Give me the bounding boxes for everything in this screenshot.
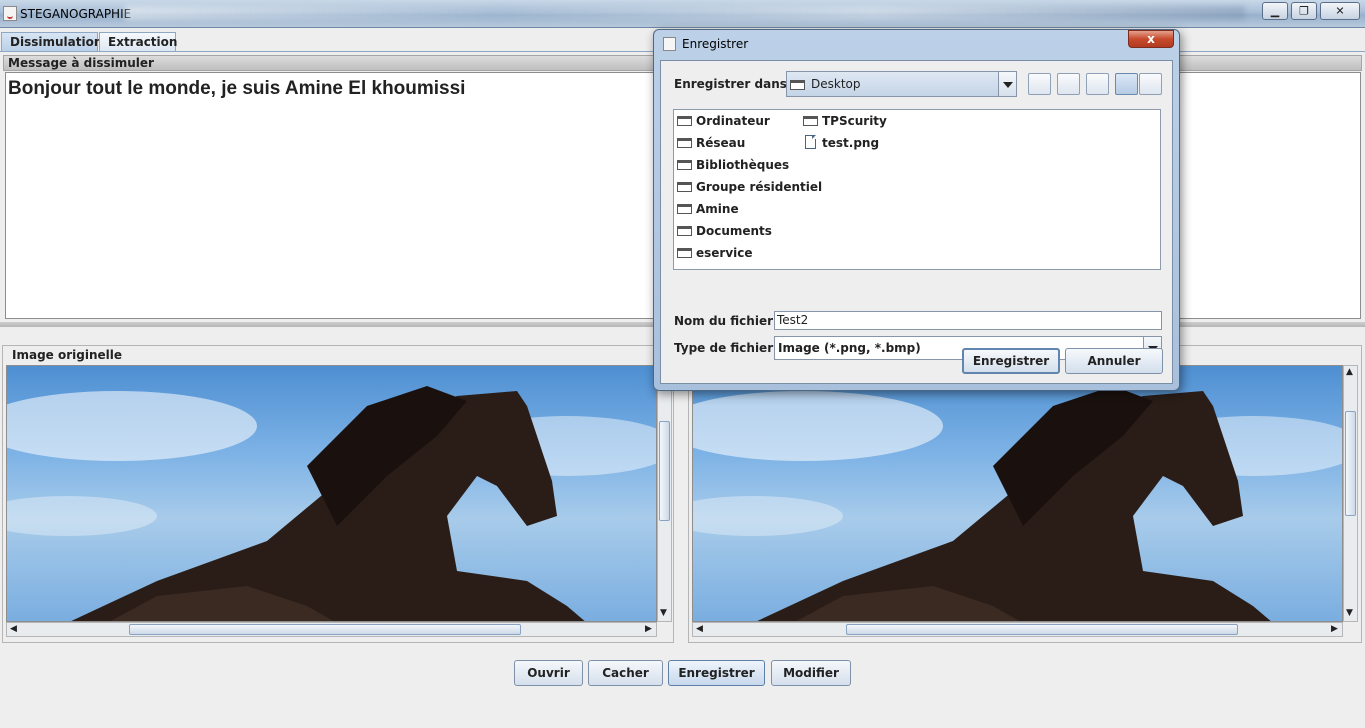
save-in-value: Desktop <box>811 77 861 91</box>
dialog-body: Enregistrer dans : Desktop Ordinateur Ré… <box>660 60 1173 384</box>
file-list[interactable]: Ordinateur Réseau Bibliothèques Groupe r… <box>673 109 1161 270</box>
list-item[interactable]: eservice <box>674 244 753 262</box>
java-app-icon <box>663 37 676 51</box>
left-vertical-scrollbar[interactable]: ▲ ▼ <box>657 365 672 622</box>
left-horizontal-scrollbar[interactable]: ◀ ▶ <box>6 622 657 637</box>
dialog-close-button[interactable]: x <box>1128 30 1174 48</box>
filetype-label: Type de fichier : <box>674 341 783 355</box>
folder-icon <box>677 204 692 214</box>
list-item[interactable]: TPScurity <box>800 112 887 130</box>
scroll-left-icon[interactable]: ◀ <box>10 625 17 634</box>
restore-icon: ❐ <box>1299 4 1309 18</box>
scroll-right-icon[interactable]: ▶ <box>645 625 652 634</box>
close-icon: ✕ <box>1335 4 1345 18</box>
blurred-title-area <box>125 6 1245 20</box>
left-hscroll-thumb[interactable] <box>129 624 521 635</box>
minimize-icon: ▁ <box>1270 4 1280 18</box>
java-app-icon <box>3 6 17 21</box>
scroll-down-icon[interactable]: ▼ <box>660 609 667 618</box>
folder-icon <box>677 116 692 126</box>
modified-image-view <box>692 365 1343 622</box>
title-bar: STEGANOGRAPHIE ▁ ❐ ✕ <box>0 0 1365 28</box>
scroll-right-icon[interactable]: ▶ <box>1331 625 1338 634</box>
folder-icon <box>677 182 692 192</box>
scroll-up-icon[interactable]: ▲ <box>1346 368 1353 377</box>
folder-icon <box>677 248 692 258</box>
file-name: test.png <box>822 136 880 150</box>
save-in-label: Enregistrer dans : <box>674 77 796 91</box>
right-vertical-scrollbar[interactable]: ▲ ▼ <box>1343 365 1358 622</box>
minimize-button[interactable]: ▁ <box>1262 2 1288 20</box>
list-view-icon[interactable] <box>1115 73 1138 95</box>
file-name: Réseau <box>696 136 746 150</box>
save-dialog: Enregistrer x Enregistrer dans : Desktop… <box>653 29 1180 391</box>
file-name: Documents <box>696 224 772 238</box>
file-icon <box>805 135 816 149</box>
details-view-icon[interactable] <box>1139 73 1162 95</box>
filename-input[interactable]: Test2 <box>774 311 1162 330</box>
list-item[interactable]: test.png <box>800 134 879 152</box>
original-image-view <box>6 365 657 622</box>
list-item[interactable]: Documents <box>674 222 772 240</box>
list-item[interactable]: Groupe résidentiel <box>674 178 822 196</box>
file-name: Bibliothèques <box>696 158 790 172</box>
save-button[interactable]: Enregistrer <box>668 660 765 686</box>
home-icon[interactable] <box>1057 73 1080 95</box>
right-hscroll-thumb[interactable] <box>846 624 1238 635</box>
folder-icon <box>677 226 692 236</box>
chevron-down-icon[interactable] <box>998 72 1016 96</box>
list-item[interactable]: Amine <box>674 200 739 218</box>
left-vscroll-thumb[interactable] <box>659 421 670 521</box>
file-name: eservice <box>696 246 753 260</box>
window-title: STEGANOGRAPHIE <box>20 7 132 21</box>
filename-label: Nom du fichier : <box>674 314 782 328</box>
modify-button[interactable]: Modifier <box>771 660 851 686</box>
folder-icon <box>677 138 692 148</box>
list-item[interactable]: Réseau <box>674 134 745 152</box>
maximize-button[interactable]: ❐ <box>1291 2 1317 20</box>
scroll-down-icon[interactable]: ▼ <box>1346 609 1353 618</box>
dialog-title: Enregistrer <box>682 37 749 51</box>
file-name: Ordinateur <box>696 114 770 128</box>
new-folder-icon[interactable] <box>1086 73 1109 95</box>
horse-image-right <box>693 386 1342 621</box>
hide-button[interactable]: Cacher <box>588 660 663 686</box>
dialog-cancel-button[interactable]: Annuler <box>1065 348 1163 374</box>
original-image-legend: Image originelle <box>9 348 125 362</box>
horse-image-left <box>7 386 656 621</box>
list-item[interactable]: Bibliothèques <box>674 156 789 174</box>
folder-icon <box>677 160 692 170</box>
scroll-left-icon[interactable]: ◀ <box>696 625 703 634</box>
up-folder-icon[interactable] <box>1028 73 1051 95</box>
tab-dissimulation[interactable]: Dissimulation <box>1 32 102 52</box>
file-name: Amine <box>696 202 739 216</box>
folder-icon <box>803 116 818 126</box>
dialog-save-button[interactable]: Enregistrer <box>962 348 1060 374</box>
save-in-combo[interactable]: Desktop <box>786 71 1017 97</box>
tab-extraction[interactable]: Extraction <box>99 32 177 52</box>
folder-icon <box>790 80 805 90</box>
file-name: Groupe résidentiel <box>696 180 823 194</box>
file-name: TPScurity <box>822 114 887 128</box>
right-horizontal-scrollbar[interactable]: ◀ ▶ <box>692 622 1343 637</box>
list-item[interactable]: Ordinateur <box>674 112 770 130</box>
right-vscroll-thumb[interactable] <box>1345 411 1356 516</box>
open-button[interactable]: Ouvrir <box>514 660 583 686</box>
close-button[interactable]: ✕ <box>1320 2 1360 20</box>
filetype-value: Image (*.png, *.bmp) <box>778 341 921 355</box>
